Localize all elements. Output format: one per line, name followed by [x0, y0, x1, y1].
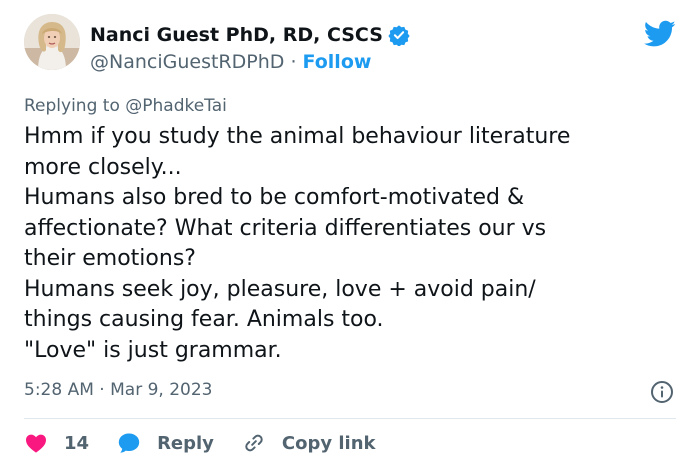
tweet-line: Humans also bred to be comfort-motivated…: [24, 185, 525, 210]
author-handle-line: @NanciGuestRDPhD · Follow: [90, 51, 371, 73]
reply-button[interactable]: Reply: [117, 431, 214, 455]
like-count: 14: [64, 432, 90, 454]
tweet-date: Mar 9, 2023: [110, 380, 213, 400]
tweet-line: their emotions?: [24, 246, 196, 271]
author-handle[interactable]: @NanciGuestRDPhD: [90, 51, 284, 73]
like-button[interactable]: 14: [24, 431, 89, 455]
tweet-time: 5:28 AM: [24, 380, 94, 400]
timestamp-separator: ·: [99, 380, 111, 400]
twitter-bird-icon[interactable]: [644, 20, 676, 48]
tweet-line: Hmm if you study the animal behaviour li…: [24, 124, 571, 149]
avatar[interactable]: [24, 14, 80, 70]
replying-to-handle[interactable]: @PhadkeTai: [125, 96, 227, 116]
heart-icon: [26, 434, 46, 453]
author-name-line: Nanci Guest PhD, RD, CSCS: [90, 24, 410, 46]
tweet-line: Humans seek joy, pleasure, love + avoid …: [24, 276, 536, 302]
reply-label: Reply: [157, 432, 214, 454]
replying-to-prefix: Replying to: [24, 96, 126, 116]
tweet-line: things causing fear. Animals too.: [24, 307, 384, 332]
copy-link-button[interactable]: Copy link: [242, 431, 376, 455]
avatar-photo: [24, 14, 80, 70]
tweet-text: Hmm if you study the animal behaviour li…: [24, 122, 676, 366]
tweet-timestamp[interactable]: 5:28 AM · Mar 9, 2023: [24, 380, 212, 400]
reply-bubble-icon: [118, 433, 140, 453]
action-bar: 14 Reply Copy link: [24, 431, 404, 455]
verified-badge-icon: [388, 25, 410, 46]
author-name[interactable]: Nanci Guest PhD, RD, CSCS: [90, 24, 383, 46]
tweet-line: affectionate? What criteria differentiat…: [24, 215, 547, 241]
divider: [24, 418, 676, 419]
tweet-line: more closely...: [24, 154, 182, 180]
tweet-line: "Love" is just grammar.: [24, 337, 282, 363]
copy-link-label: Copy link: [281, 432, 376, 454]
link-icon: [245, 434, 263, 452]
info-icon[interactable]: [650, 380, 674, 404]
replying-to: Replying to @PhadkeTai: [24, 96, 227, 116]
handle-separator: ·: [290, 51, 303, 73]
follow-button[interactable]: Follow: [303, 51, 372, 73]
